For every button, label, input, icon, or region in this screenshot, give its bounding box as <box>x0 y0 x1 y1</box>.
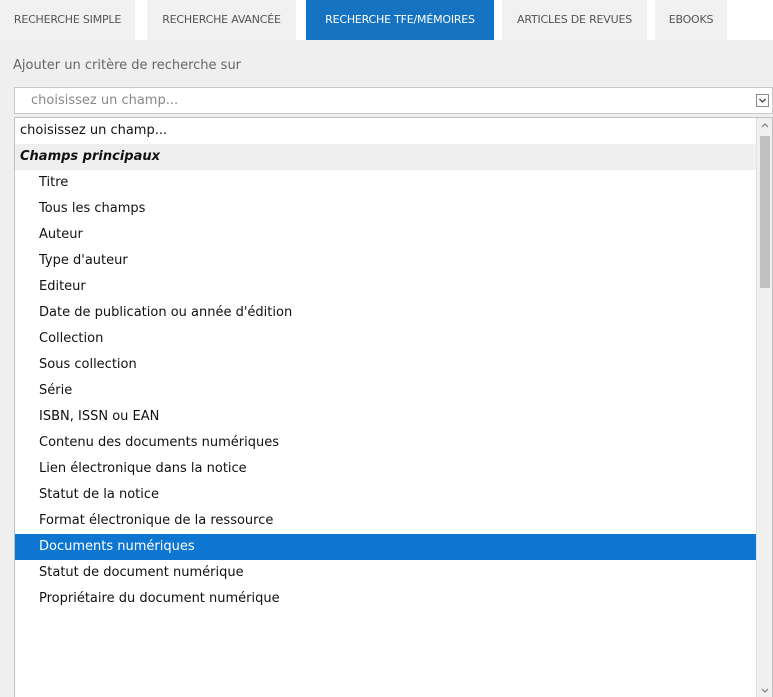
dropdown-option[interactable]: Propriétaire du document numérique <box>15 586 757 612</box>
field-select-value: choisissez un champ... <box>31 93 179 108</box>
search-tabs: RECHERCHE SIMPLE RECHERCHE AVANCÉE RECHE… <box>0 0 773 40</box>
dropdown-option[interactable]: Statut de la notice <box>15 482 757 508</box>
dropdown-option[interactable]: Contenu des documents numériques <box>15 430 757 456</box>
scroll-up-arrow-icon[interactable] <box>757 118 772 133</box>
dropdown-option-selected[interactable]: Documents numériques <box>15 534 757 560</box>
dropdown-option[interactable]: Statut de document numérique <box>15 560 757 586</box>
dropdown-option[interactable]: Lien électronique dans la notice <box>15 456 757 482</box>
dropdown-option[interactable]: Format électronique de la ressource <box>15 508 757 534</box>
tab-articles-de-revues[interactable]: ARTICLES DE REVUES <box>502 0 647 40</box>
dropdown-group-label: Champs principaux <box>15 144 757 170</box>
dropdown-option[interactable]: Type d'auteur <box>15 248 757 274</box>
scrollbar-thumb[interactable] <box>760 136 770 288</box>
dropdown-option[interactable]: Tous les champs <box>15 196 757 222</box>
dropdown-option[interactable]: Auteur <box>15 222 757 248</box>
tab-recherche-avancee[interactable]: RECHERCHE AVANCÉE <box>147 0 296 40</box>
dropdown-scrollbar[interactable] <box>756 118 772 697</box>
field-dropdown-list: choisissez un champ... Champs principaux… <box>14 117 773 697</box>
tab-recherche-tfe-memoires[interactable]: RECHERCHE TFE/MÉMOIRES <box>306 0 494 40</box>
chevron-down-icon[interactable] <box>756 94 769 107</box>
field-select[interactable]: choisissez un champ... <box>14 87 773 114</box>
scroll-down-arrow-icon[interactable] <box>757 683 772 697</box>
criterion-label: Ajouter un critère de recherche sur <box>13 58 242 73</box>
tab-ebooks[interactable]: EBOOKS <box>655 0 727 40</box>
dropdown-option[interactable]: ISBN, ISSN ou EAN <box>15 404 757 430</box>
dropdown-option[interactable]: Date de publication ou année d'édition <box>15 300 757 326</box>
dropdown-option[interactable]: Série <box>15 378 757 404</box>
dropdown-option[interactable]: Titre <box>15 170 757 196</box>
dropdown-option[interactable]: Editeur <box>15 274 757 300</box>
dropdown-option[interactable]: Sous collection <box>15 352 757 378</box>
tab-recherche-simple[interactable]: RECHERCHE SIMPLE <box>0 0 135 40</box>
dropdown-option[interactable]: Collection <box>15 326 757 352</box>
dropdown-option-placeholder[interactable]: choisissez un champ... <box>15 118 757 144</box>
